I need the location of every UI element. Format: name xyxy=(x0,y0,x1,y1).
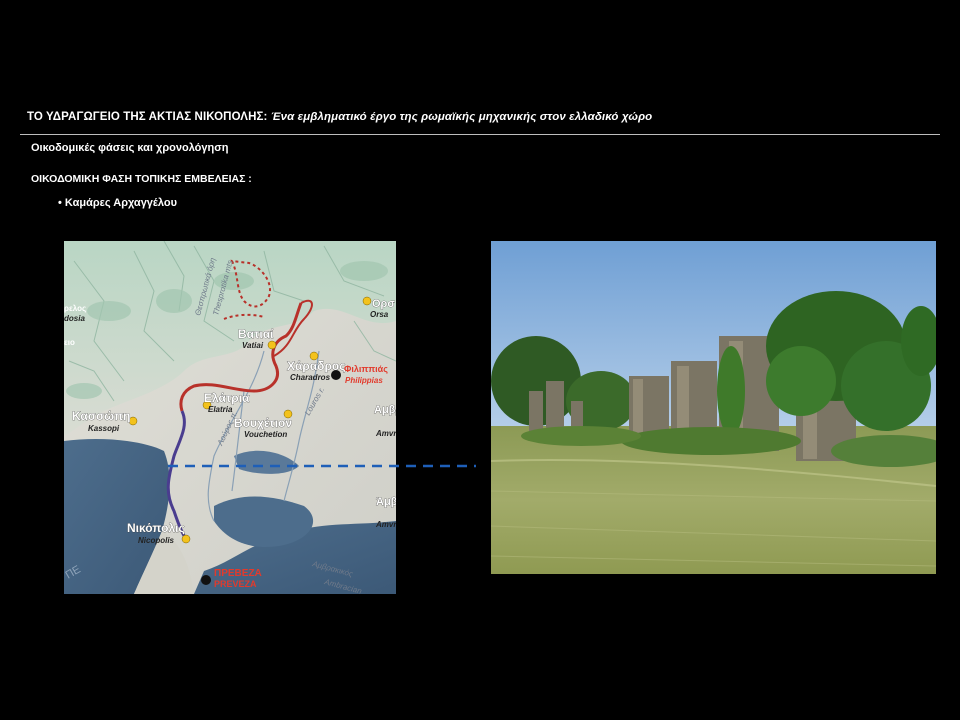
aqueduct-arches-photo xyxy=(491,241,936,574)
